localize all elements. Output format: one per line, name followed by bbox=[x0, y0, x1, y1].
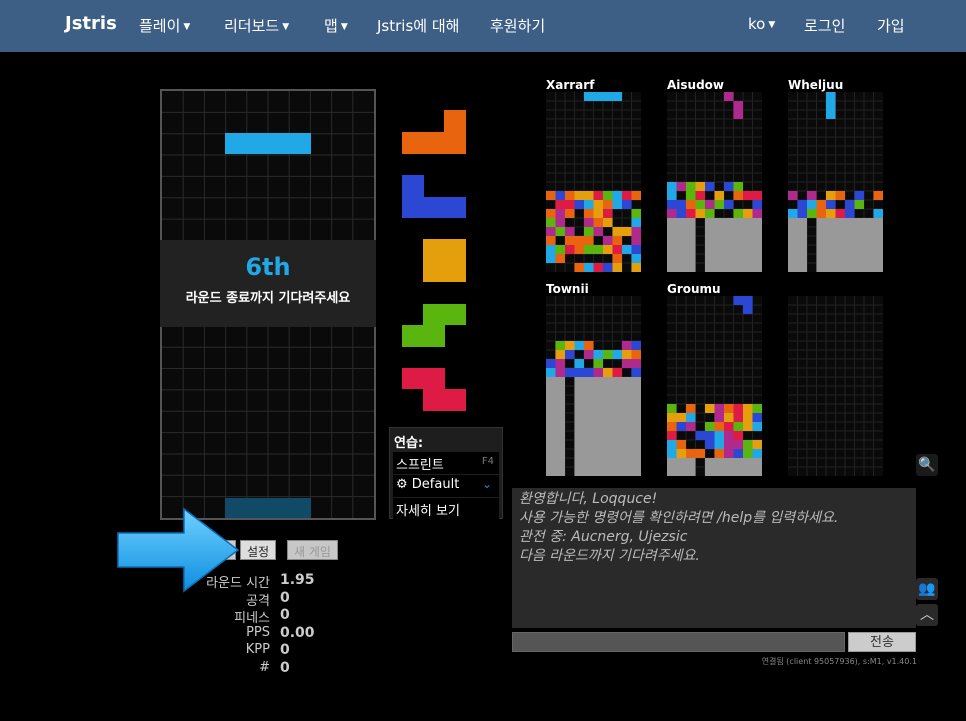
nav-about[interactable]: Jstris에 대해 bbox=[377, 15, 459, 36]
nav-leaderboard[interactable]: 리더보드 ▼ bbox=[224, 15, 289, 36]
settings-button[interactable]: 설정 bbox=[240, 540, 277, 560]
brand-logo[interactable]: Jstris bbox=[65, 13, 117, 34]
stat-label: PPS bbox=[246, 624, 270, 640]
opponent-board bbox=[546, 296, 641, 476]
stat-round-time: 라운드 시간 1.95 bbox=[180, 572, 340, 591]
version-text: 연결됨 (client 95057936), s:M1, v1.40.1 bbox=[761, 657, 917, 666]
nav-maps[interactable]: 맵 ▼ bbox=[324, 15, 348, 36]
placement-text: 6th bbox=[245, 253, 291, 281]
nav-login[interactable]: 로그인 bbox=[804, 15, 845, 36]
active-piece-i bbox=[225, 133, 311, 154]
stat-label: 라운드 시간 bbox=[206, 576, 270, 591]
chat-input[interactable] bbox=[512, 632, 845, 652]
round-status-banner: 6th 라운드 종료까지 기다려주세요 bbox=[160, 240, 376, 327]
queue-piece-l bbox=[402, 110, 466, 154]
practice-panel: 연습: 스프린트 F4 ⚙ Default ⌄ 자세히 보기 bbox=[389, 427, 503, 520]
caret-down-icon: ▼ bbox=[183, 21, 191, 32]
queue-piece-s bbox=[402, 304, 466, 347]
zoom-icon[interactable]: 🔍 bbox=[916, 454, 938, 476]
stat-finesse: 피네스 0 bbox=[180, 607, 340, 626]
chat-box: 환영합니다, Loqquce! 사용 가능한 명령어를 확인하려면 /help를… bbox=[512, 488, 916, 628]
stat-attack: 공격 0 bbox=[180, 589, 340, 609]
stat-value: 0 bbox=[280, 642, 290, 658]
stat-value: 0 bbox=[280, 659, 290, 676]
new-game-button[interactable]: 새 게임 bbox=[287, 540, 338, 560]
stat-count: #0 bbox=[180, 660, 340, 678]
opponent-name: Groumu bbox=[667, 282, 721, 296]
sprint-hotkey: F4 bbox=[481, 456, 494, 467]
stat-value: 0 bbox=[280, 607, 290, 623]
caret-down-icon: ▼ bbox=[340, 21, 348, 32]
sprint-button[interactable]: 스프린트 F4 bbox=[393, 452, 499, 474]
chat-line: 관전 중: Aucnerg, Ujezsic bbox=[519, 529, 688, 545]
opponent-board bbox=[667, 92, 762, 272]
stat-kpp: KPP 0 bbox=[180, 642, 340, 660]
stat-pps: PPS 0.00 bbox=[180, 625, 340, 643]
chat-line: 사용 가능한 명령어를 확인하려면 /help를 입력하세요. bbox=[519, 510, 839, 526]
chevron-down-icon: ⌄ bbox=[481, 477, 492, 491]
nav-language[interactable]: ko ▼ bbox=[748, 15, 775, 33]
skin-label: Default bbox=[411, 477, 460, 492]
chat-line: 환영합니다, Loqquce! bbox=[519, 491, 658, 507]
opponent-name: Townii bbox=[546, 282, 589, 296]
gear-icon: ⚙ bbox=[396, 477, 408, 492]
skin-select[interactable]: ⚙ Default ⌄ bbox=[393, 475, 499, 497]
stat-label: 공격 bbox=[246, 593, 270, 609]
opponent-board bbox=[546, 92, 641, 272]
chat-line: 다음 라운드까지 기다려주세요. bbox=[519, 548, 700, 564]
nav-donate[interactable]: 후원하기 bbox=[490, 15, 545, 36]
opponent-name: Wheljuu bbox=[788, 78, 844, 92]
sprint-label: 스프린트 bbox=[396, 458, 444, 473]
opponent-name: Aisudow bbox=[667, 78, 725, 92]
stat-label: KPP bbox=[245, 642, 270, 657]
queue-piece-o bbox=[423, 239, 466, 282]
opponent-board bbox=[788, 92, 883, 272]
opponent-board bbox=[667, 296, 762, 476]
stat-value: 1.95 bbox=[280, 572, 315, 588]
stats-panel: 라운드 시간 1.95 공격 0 피네스 0 PPS 0.00 KPP 0 #0 bbox=[180, 572, 340, 677]
users-icon[interactable]: 👥 bbox=[916, 578, 938, 600]
queue-piece-j bbox=[402, 175, 466, 218]
wait-message: 라운드 종료까지 기다려주세요 bbox=[185, 291, 351, 306]
top-navbar: Jstris 플레이 ▼ 리더보드 ▼ 맵 ▼ Jstris에 대해 후원하기 ko ▼… bbox=[0, 0, 966, 52]
stat-label: # bbox=[259, 659, 270, 675]
queue-piece-z bbox=[402, 368, 466, 411]
nav-maps-label: 맵 bbox=[324, 17, 338, 35]
caret-down-icon: ▼ bbox=[282, 21, 290, 32]
practice-title: 연습: bbox=[394, 436, 424, 451]
stat-label: 피네스 bbox=[234, 611, 270, 626]
nav-play[interactable]: 플레이 ▼ bbox=[139, 15, 190, 36]
opponent-name: Xarrarf bbox=[546, 78, 595, 92]
language-label: ko bbox=[748, 15, 766, 33]
send-button[interactable]: 전송 bbox=[848, 632, 916, 652]
caret-down-icon: ▼ bbox=[768, 19, 776, 30]
nav-signup[interactable]: 가입 bbox=[877, 15, 905, 36]
nav-leaderboard-label: 리더보드 bbox=[224, 17, 280, 35]
details-button[interactable]: 자세히 보기 bbox=[393, 498, 499, 520]
nav-play-label: 플레이 bbox=[139, 17, 181, 35]
opponent-board bbox=[788, 296, 883, 476]
chevron-up-icon[interactable]: ︿ bbox=[916, 604, 938, 626]
next-queue bbox=[402, 110, 466, 411]
details-label: 자세히 보기 bbox=[396, 504, 460, 519]
stat-value: 0 bbox=[280, 589, 290, 606]
stat-value: 0.00 bbox=[280, 624, 315, 641]
